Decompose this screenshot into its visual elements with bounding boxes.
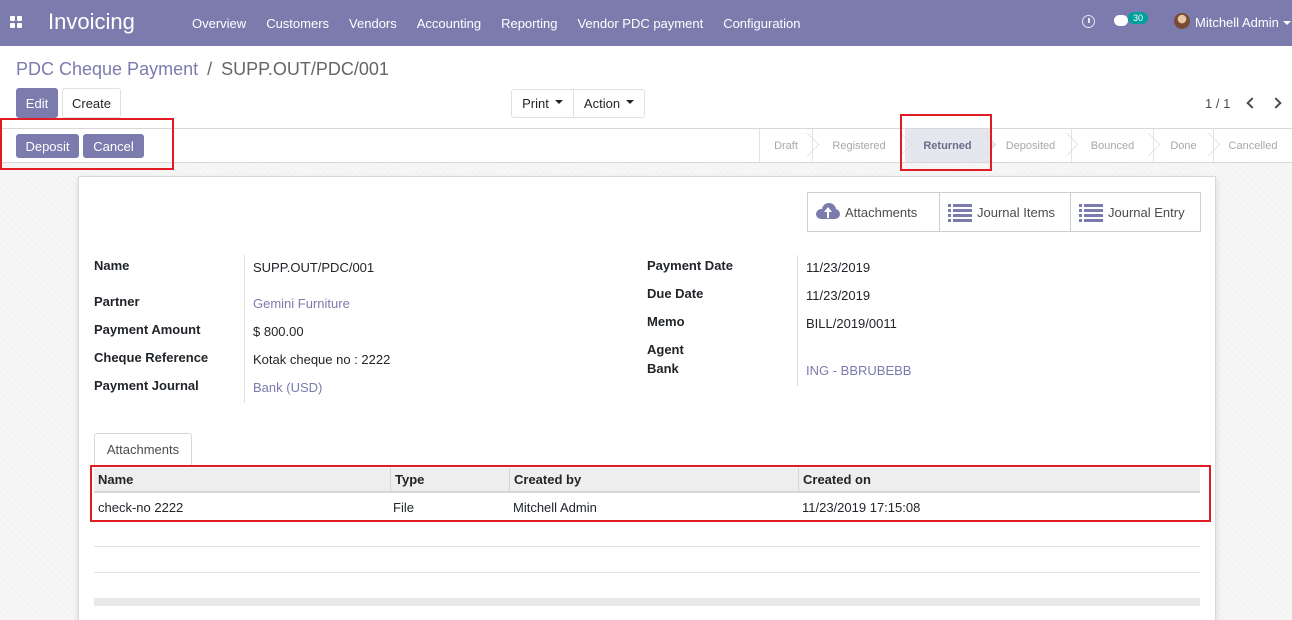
cell-name: check-no 2222 (98, 500, 184, 515)
payment-journal-label: Payment Journal (94, 378, 199, 393)
table-footer (94, 598, 1200, 606)
name-value: SUPP.OUT/PDC/001 (253, 260, 375, 275)
menu-vendors[interactable]: Vendors (339, 16, 407, 31)
status-step-draft[interactable]: Draft (759, 129, 820, 162)
breadcrumb-separator: / (207, 59, 213, 79)
cell-type: File (393, 500, 414, 515)
menu-accounting[interactable]: Accounting (407, 16, 491, 31)
breadcrumb-current: SUPP.OUT/PDC/001 (221, 59, 389, 79)
status-step-label: Cancelled (1228, 139, 1278, 152)
column-header-type[interactable]: Type (390, 468, 509, 491)
status-step-cancelled[interactable]: Cancelled (1213, 129, 1292, 162)
cancel-button[interactable]: Cancel (83, 134, 144, 158)
memo-label: Memo (647, 314, 685, 329)
agent-bank-link[interactable]: ING - BBRUBEBB (806, 363, 911, 378)
column-header-name[interactable]: Name (94, 468, 390, 491)
cheque-reference-label: Cheque Reference (94, 350, 209, 365)
status-step-label: Registered (832, 139, 886, 152)
status-step-label: Bounced (1090, 139, 1135, 152)
pager-next-icon[interactable] (1270, 97, 1282, 109)
top-navbar: Invoicing Overview Customers Vendors Acc… (0, 0, 1292, 46)
cell-created-on: 11/23/2019 17:15:08 (802, 500, 921, 515)
right-field-divider (797, 255, 798, 386)
table-row-divider (94, 521, 1200, 522)
memo-value: BILL/2019/0011 (806, 316, 897, 331)
column-header-created-by[interactable]: Created by (509, 468, 798, 491)
apps-grid-icon[interactable] (10, 16, 22, 28)
partner-link[interactable]: Gemini Furniture (253, 296, 350, 311)
action-caret-icon (626, 99, 635, 104)
status-step-bounced[interactable]: Bounced (1071, 129, 1161, 162)
status-step-label: Returned (923, 139, 972, 152)
list-icon (948, 204, 972, 222)
print-label: Print (522, 96, 549, 111)
chat-count-badge: 30 (1128, 12, 1149, 24)
menu-configuration[interactable]: Configuration (713, 16, 810, 31)
app-title: Invoicing (48, 9, 135, 34)
payment-amount-value: $ 800.00 (253, 324, 304, 339)
list-icon (1079, 204, 1103, 222)
menu-customers[interactable]: Customers (256, 16, 339, 31)
due-date-value: 11/23/2019 (806, 288, 871, 303)
status-step-label: Done (1170, 139, 1197, 152)
breadcrumb-parent[interactable]: PDC Cheque Payment (16, 59, 198, 79)
cheque-reference-value: Kotak cheque no : 2222 (253, 352, 391, 367)
menu-vendor-pdc-payment[interactable]: Vendor PDC payment (567, 16, 713, 31)
payment-amount-label: Payment Amount (94, 322, 201, 337)
tab-divider (94, 465, 1200, 466)
chat-icon[interactable] (1114, 15, 1128, 26)
create-button[interactable]: Create (62, 88, 121, 118)
attachments-smart-button[interactable]: Attachments (808, 193, 939, 231)
status-step-returned[interactable]: Returned (905, 129, 997, 162)
journal-entry-smart-button[interactable]: Journal Entry (1070, 193, 1200, 231)
tab-attachments[interactable]: Attachments (94, 433, 192, 465)
pager-previous-icon[interactable] (1246, 97, 1258, 109)
status-steps: Draft Registered Returned Deposited Boun… (759, 129, 1292, 162)
status-step-label: Draft (774, 139, 798, 152)
table-row[interactable]: check-no 2222 File Mitchell Admin 11/23/… (94, 494, 1200, 521)
main-menu: Overview Customers Vendors Accounting Re… (182, 0, 811, 46)
table-row-divider (94, 572, 1200, 573)
user-menu-caret-icon[interactable] (1283, 21, 1291, 25)
print-dropdown[interactable]: Print (512, 90, 574, 117)
pager-value[interactable]: 1 / 1 (1205, 96, 1230, 111)
payment-journal-link[interactable]: Bank (USD) (253, 380, 322, 395)
left-field-divider (244, 255, 245, 403)
journal-items-smart-label: Journal Items (977, 204, 1056, 220)
attachments-table-header: Name Type Created by Created on (94, 468, 1200, 493)
print-action-group: Print Action (511, 89, 645, 118)
action-label: Action (583, 96, 621, 111)
activity-clock-icon[interactable] (1082, 15, 1095, 28)
attachments-smart-label: Attachments (845, 204, 918, 220)
status-step-label: Deposited (1005, 139, 1056, 152)
status-step-deposited[interactable]: Deposited (989, 129, 1079, 162)
name-label: Name (94, 258, 130, 273)
table-row-divider (94, 546, 1200, 547)
action-dropdown[interactable]: Action (574, 90, 644, 117)
menu-reporting[interactable]: Reporting (491, 16, 567, 31)
smart-button-box: Attachments Journal Items Journal Entry (807, 192, 1201, 232)
deposit-button[interactable]: Deposit (16, 134, 79, 158)
status-step-registered[interactable]: Registered (812, 129, 913, 162)
agent-bank-label-line1: Agent (647, 342, 684, 357)
payment-date-label: Payment Date (647, 258, 733, 273)
user-avatar[interactable] (1174, 13, 1190, 29)
payment-date-value: 11/23/2019 (806, 260, 871, 275)
user-menu-name[interactable]: Mitchell Admin (1195, 15, 1279, 30)
cloud-upload-icon (816, 203, 840, 219)
edit-button[interactable]: Edit (16, 88, 58, 118)
statusbar: Deposit Cancel Draft Registered Returned… (0, 128, 1292, 163)
agent-bank-label-line2: Bank (647, 361, 679, 376)
column-header-created-on[interactable]: Created on (798, 468, 1200, 491)
due-date-label: Due Date (647, 286, 704, 301)
print-caret-icon (554, 99, 563, 104)
journal-entry-smart-label: Journal Entry (1108, 204, 1185, 220)
status-step-done[interactable]: Done (1153, 129, 1221, 162)
form-sheet (78, 176, 1216, 620)
menu-overview[interactable]: Overview (182, 16, 256, 31)
journal-items-smart-button[interactable]: Journal Items (939, 193, 1070, 231)
partner-label: Partner (94, 294, 140, 309)
breadcrumb: PDC Cheque Payment / SUPP.OUT/PDC/001 (16, 59, 389, 80)
cell-created-by: Mitchell Admin (513, 500, 597, 515)
